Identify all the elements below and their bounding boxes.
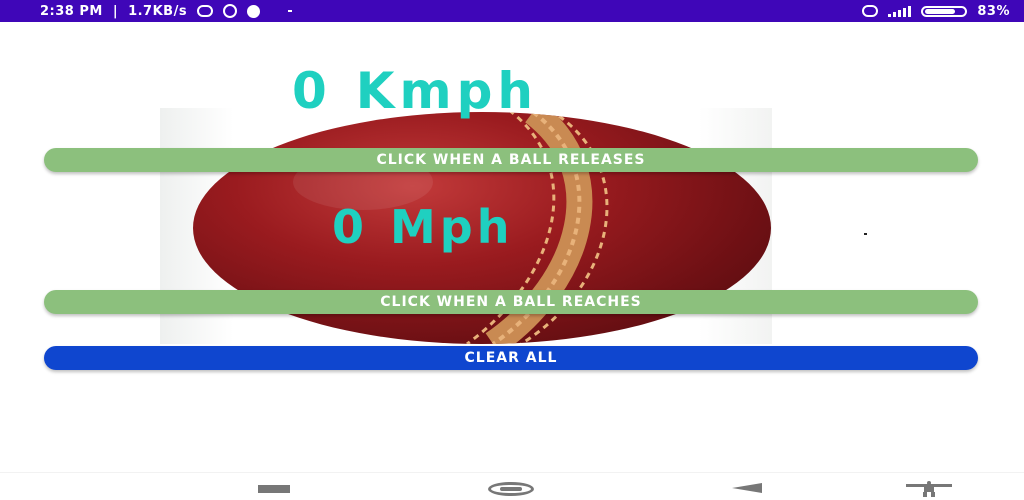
status-separator: | bbox=[112, 3, 119, 19]
ball-release-button[interactable]: CLICK WHEN A BALL RELEASES bbox=[44, 148, 978, 172]
mph-value: 0 bbox=[332, 200, 369, 254]
battery-icon bbox=[921, 5, 968, 17]
recent-apps-icon[interactable] bbox=[258, 485, 290, 493]
back-icon[interactable] bbox=[732, 483, 762, 493]
stray-mark bbox=[864, 233, 867, 235]
notification-icon bbox=[197, 5, 214, 17]
navigation-bar bbox=[0, 472, 1024, 500]
vowifi-icon bbox=[862, 5, 879, 17]
app-notification-icon bbox=[247, 4, 261, 18]
speed-kmph-display: 0 Kmph bbox=[292, 62, 538, 120]
speed-mph-display: 0 Mph bbox=[332, 200, 513, 254]
battery-percent: 83% bbox=[977, 3, 1010, 19]
more-notifications-icon bbox=[288, 10, 293, 12]
mph-unit: Mph bbox=[390, 200, 514, 254]
home-icon[interactable] bbox=[488, 482, 534, 496]
kmph-value: 0 bbox=[292, 62, 332, 120]
status-right: 83% bbox=[862, 4, 1010, 19]
status-net-speed: 1.7KB/s bbox=[128, 3, 188, 19]
ball-reach-button[interactable]: CLICK WHEN A BALL REACHES bbox=[44, 290, 978, 314]
status-left: 2:38 PM | 1.7KB/s bbox=[40, 3, 293, 19]
screen: 2:38 PM | 1.7KB/s 83% 0 Kmph 0 Mph CLICK… bbox=[0, 0, 1024, 500]
status-bar: 2:38 PM | 1.7KB/s 83% bbox=[0, 0, 1024, 22]
clear-all-button[interactable]: CLEAR ALL bbox=[44, 346, 978, 370]
accessibility-icon[interactable] bbox=[906, 481, 952, 497]
b-notification-icon bbox=[223, 4, 238, 18]
status-time: 2:38 PM bbox=[40, 3, 103, 19]
kmph-unit: Kmph bbox=[355, 62, 539, 120]
signal-icon bbox=[888, 5, 912, 17]
